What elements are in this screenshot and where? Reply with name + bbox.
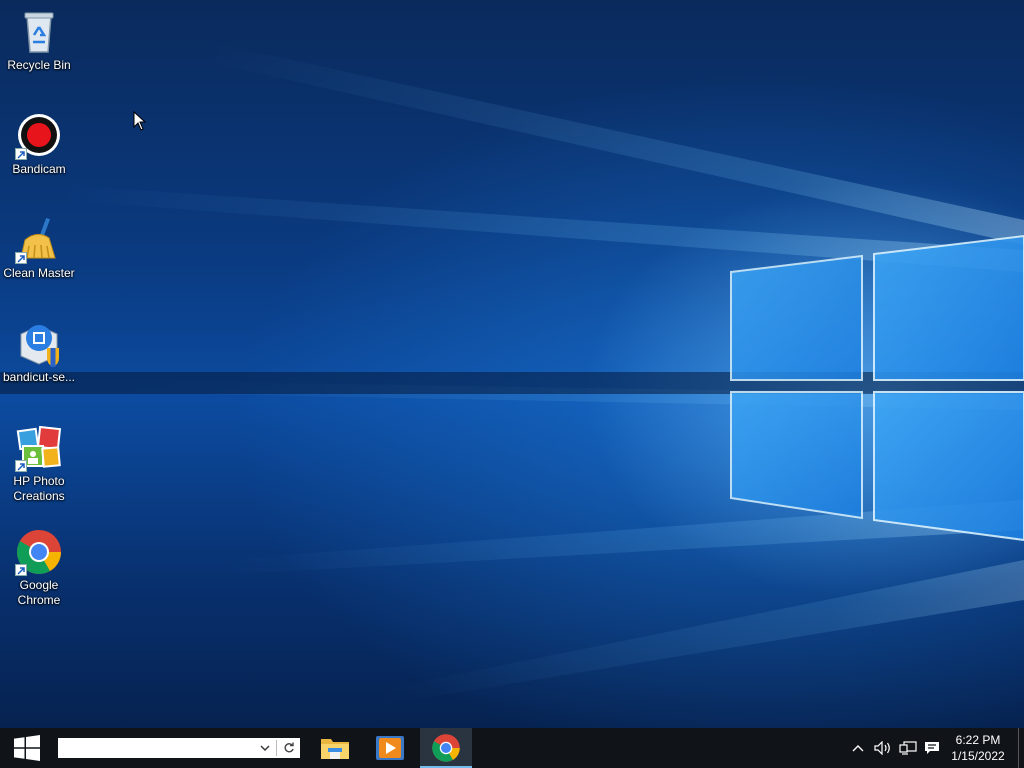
search-divider: [276, 740, 277, 756]
chevron-down-icon: [260, 745, 270, 751]
clock-date: 1/15/2022: [951, 749, 1005, 763]
desktop-icon-label: HP Photo Creations: [13, 474, 65, 503]
taskbar-clock[interactable]: 6:22 PM 1/15/2022: [944, 732, 1012, 764]
search-refresh-button[interactable]: [278, 738, 300, 758]
desktop-icon-clean-master[interactable]: Clean Master: [2, 216, 76, 281]
refresh-icon: [284, 742, 294, 753]
desktop-icon-label: Clean Master: [3, 266, 75, 280]
wallpaper-light-beams: [0, 40, 1024, 705]
taskbar-media-player[interactable]: [364, 728, 416, 768]
notification-icon: [925, 742, 939, 754]
desktop-icon-recycle-bin[interactable]: Recycle Bin: [2, 8, 76, 73]
taskbar-search-box[interactable]: [58, 738, 300, 758]
shortcut-arrow-icon: [15, 252, 27, 264]
show-desktop-button[interactable]: [1018, 728, 1024, 768]
shortcut-arrow-icon: [15, 564, 27, 576]
volume-button[interactable]: [872, 728, 894, 768]
desktop-icon-google-chrome[interactable]: Google Chrome: [2, 528, 76, 608]
recycle-bin-icon: [15, 8, 63, 56]
start-button[interactable]: [0, 728, 54, 768]
desktop-icon-bandicam[interactable]: Bandicam: [2, 112, 76, 177]
desktop[interactable]: Recycle Bin Bandicam Clean Master bandic…: [0, 0, 1024, 728]
volume-icon: [874, 741, 890, 755]
desktop-icon-label: Bandicam: [12, 162, 66, 176]
media-player-icon: [376, 736, 404, 760]
bandicam-icon: [15, 112, 63, 160]
search-dropdown-button[interactable]: [256, 738, 274, 758]
google-chrome-icon: [432, 734, 460, 762]
show-hidden-icons-button[interactable]: [848, 728, 868, 768]
network-icon: [899, 741, 917, 755]
action-center-button[interactable]: [921, 728, 943, 768]
shortcut-arrow-icon: [15, 148, 27, 160]
chevron-up-icon: [852, 745, 864, 752]
clean-master-icon: [15, 216, 63, 264]
taskbar-google-chrome[interactable]: [420, 728, 472, 768]
hp-photo-creations-icon: [15, 424, 63, 472]
bandicut-setup-icon: [15, 320, 63, 368]
search-input[interactable]: [58, 738, 258, 758]
desktop-icon-label: Recycle Bin: [7, 58, 71, 72]
taskbar: 6:22 PM 1/15/2022: [0, 728, 1024, 768]
desktop-icon-hp-photo-creations[interactable]: HP Photo Creations: [2, 424, 76, 504]
shortcut-arrow-icon: [15, 460, 27, 472]
file-explorer-icon: [321, 739, 349, 759]
clock-time: 6:22 PM: [955, 733, 1001, 747]
google-chrome-icon: [15, 528, 63, 576]
network-button[interactable]: [897, 728, 919, 768]
desktop-icon-label: Google Chrome: [17, 578, 61, 607]
desktop-icon-bandicut-setup[interactable]: bandicut-se...: [2, 320, 76, 385]
taskbar-file-explorer[interactable]: [309, 728, 361, 768]
windows-start-icon: [14, 735, 40, 761]
mouse-cursor-icon: [133, 111, 147, 131]
desktop-icon-label: bandicut-se...: [2, 370, 76, 384]
